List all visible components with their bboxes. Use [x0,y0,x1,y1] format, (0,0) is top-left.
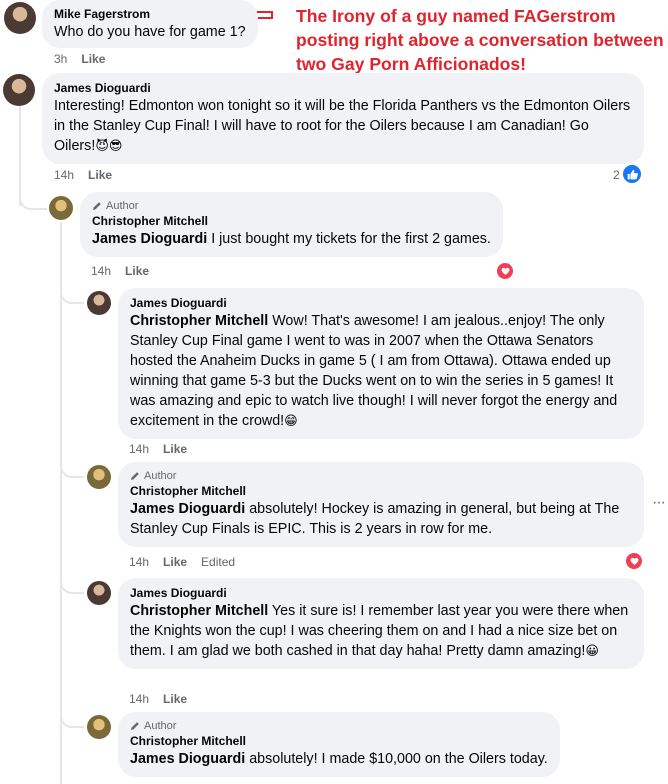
comment-meta: 14h Like [91,263,149,279]
author-badge: Author [92,199,491,213]
comment-bubble: James Dioguardi Christopher Mitchell Wow… [118,288,644,439]
timestamp[interactable]: 14h [129,554,149,570]
comment-meta: 14h Like [129,691,187,707]
comment-meta: 14h Like [54,167,112,183]
like-button[interactable]: Like [163,441,187,457]
thread-connector [60,280,84,304]
author-badge: Author [130,469,632,483]
comment-text: Interesting! Edmonton won tonight so it … [54,96,632,156]
like-button[interactable]: Like [88,167,112,183]
comment-emoji: 😀 [585,643,599,658]
avatar[interactable] [87,291,111,315]
thread-line [60,222,62,784]
thread-connector [60,456,84,478]
thread-connector [60,706,84,728]
comment-author[interactable]: Christopher Mitchell [130,483,632,499]
comment-author[interactable]: James Dioguardi [130,295,632,311]
pencil-icon [131,722,139,730]
avatar[interactable] [3,74,35,106]
annotation-text: The Irony of a guy named FAGerstrom post… [296,6,664,74]
pencil-icon [93,202,101,210]
comment-meta: 14h Like Edited [129,554,235,570]
comment-bubble: Author Christopher Mitchell James Diogua… [80,192,503,257]
like-button[interactable]: Like [81,51,105,67]
avatar[interactable] [87,581,111,605]
like-button[interactable]: Like [163,554,187,570]
comment-body: absolutely! I made $10,000 on the Oilers… [245,751,548,767]
thread-connector [19,188,47,210]
avatar[interactable] [87,715,111,739]
author-badge: Author [130,719,548,733]
comment-bubble: Mike Fagerstrom Who do you have for game… [42,0,258,48]
avatar[interactable] [4,2,36,34]
timestamp[interactable]: 14h [54,167,74,183]
more-options-icon[interactable]: ··· [652,494,666,512]
heart-reaction-icon[interactable] [497,263,513,279]
edited-label: Edited [201,555,236,569]
thread-connector [60,570,84,594]
comment-bubble: James Dioguardi Interesting! Edmonton wo… [42,73,644,164]
comment-text: James Dioguardi absolutely! Hockey is am… [130,499,632,539]
timestamp[interactable]: 14h [129,691,149,707]
comment-author[interactable]: James Dioguardi [130,585,632,601]
avatar[interactable] [87,465,111,489]
comment-text: James Dioguardi I just bought my tickets… [92,229,491,249]
timestamp[interactable]: 14h [129,441,149,457]
comment-author[interactable]: Mike Fagerstrom [54,6,246,22]
mention-tag[interactable]: James Dioguardi [130,501,245,517]
comment-meta: 14h Like [129,441,187,457]
comment-bubble: Author Christopher Mitchell James Diogua… [118,462,644,547]
comment-body: I just bought my tickets for the first 2… [207,231,491,247]
comment-meta: 3h Like [54,51,105,67]
pencil-icon [131,472,139,480]
avatar[interactable] [49,196,73,220]
mention-tag[interactable]: James Dioguardi [130,751,245,767]
like-button[interactable]: Like [163,691,187,707]
mention-tag[interactable]: Christopher Mitchell [130,603,268,619]
comment-author[interactable]: Christopher Mitchell [92,213,491,229]
comment-text: Christopher Mitchell Wow! That's awesome… [130,311,632,431]
comment-text: Who do you have for game 1? [54,24,246,40]
comment-author[interactable]: Christopher Mitchell [130,733,548,749]
timestamp[interactable]: 3h [54,51,67,67]
comment-text: Christopher Mitchell Yes it sure is! I r… [130,601,632,661]
like-button[interactable]: Like [125,263,149,279]
comment-body: Wow! That's awesome! I am jealous..enjoy… [130,313,618,429]
reaction-count[interactable]: 2 [613,167,620,183]
author-badge-label: Author [106,200,139,212]
comment-emoji: 😁 [284,413,298,428]
comment-bubble: Author Christopher Mitchell James Diogua… [118,712,560,777]
comment-emoji: 😈😎 [95,138,123,153]
author-badge-label: Author [144,470,177,482]
comment-author[interactable]: James Dioguardi [54,80,632,96]
comment-bubble: James Dioguardi Christopher Mitchell Yes… [118,578,644,669]
mention-tag[interactable]: Christopher Mitchell [130,313,268,329]
heart-reaction-icon[interactable] [626,553,642,569]
comment-body: Interesting! Edmonton won tonight so it … [54,98,631,154]
like-reaction-icon[interactable] [623,165,641,183]
mention-tag[interactable]: James Dioguardi [92,231,207,247]
timestamp[interactable]: 14h [91,263,111,279]
author-badge-label: Author [144,720,177,732]
comment-text: James Dioguardi absolutely! I made $10,0… [130,749,548,769]
